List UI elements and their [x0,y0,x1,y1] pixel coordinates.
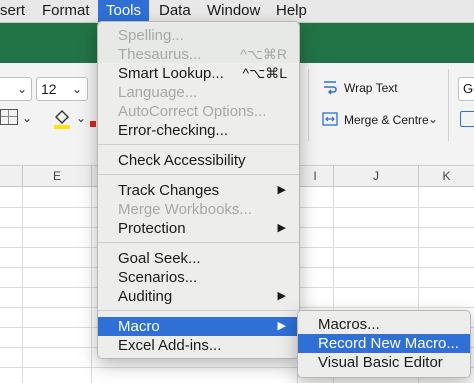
menubar-insert[interactable]: sert [0,0,25,22]
menu-item-thesaurus: Thesaurus... ^⌥⌘R [118,46,287,63]
menu-item-protection[interactable]: Protection ▶ [98,219,299,238]
merge-centre-button[interactable]: Merge & Centre [344,113,429,127]
menu-item-excel-addins[interactable]: Excel Add-ins... [98,336,299,355]
tools-menu: Spelling... Thesaurus... ^⌥⌘R Smart Look… [97,21,300,359]
merge-centre-icon [322,111,338,127]
menu-separator [98,310,299,311]
menubar-tools[interactable]: Tools [98,0,150,22]
menu-item-macro[interactable]: Macro ▶ [98,317,299,336]
chevron-down-icon: ⌄ [16,82,27,96]
menu-item-autocorrect: AutoCorrect Options... [118,103,267,120]
chevron-down-icon[interactable]: ⌄ [22,111,32,125]
menu-item-record-new-macro[interactable]: Record New Macro... [298,334,470,353]
menu-bar: sert Format Tools Data Window Help [0,0,474,23]
menubar-help[interactable]: Help [276,0,307,22]
column-header-k[interactable]: K [419,166,474,186]
fill-color-icon[interactable] [52,107,72,129]
number-format-box[interactable]: Ge [458,77,474,101]
borders-icon[interactable] [0,109,18,125]
column-header-j[interactable]: J [334,166,419,186]
menu-item-goal-seek[interactable]: Goal Seek... [98,249,299,268]
submenu-arrow-icon: ▶ [277,222,286,234]
ribbon-divider [448,69,449,141]
smart-lookup-shortcut: ^⌥⌘L [242,65,288,81]
menu-item-check-accessibility[interactable]: Check Accessibility [98,151,299,170]
menu-separator [98,242,299,243]
menu-item-macros[interactable]: Macros... [298,315,470,334]
menubar-window[interactable]: Window [207,0,260,22]
thesaurus-shortcut: ^⌥⌘R [240,46,287,62]
menu-item-merge-workbooks: Merge Workbooks... [118,201,252,218]
column-line [22,187,23,383]
menu-item-track-changes[interactable]: Track Changes ▶ [98,181,299,200]
chevron-down-icon[interactable]: ⌄ [428,112,438,126]
menu-item-error-checking[interactable]: Error-checking... [98,121,299,140]
menu-separator [98,174,299,175]
font-size-box[interactable]: 12 ⌄ [36,77,88,101]
menu-item-auditing[interactable]: Auditing ▶ [98,287,299,306]
font-size-value: 12 [41,81,57,97]
menu-item-spelling: Spelling... [118,27,184,44]
font-color-icon[interactable] [90,121,96,127]
chevron-down-icon: ⌄ [71,82,82,96]
menu-item-scenarios[interactable]: Scenarios... [98,268,299,287]
font-name-box[interactable]: ⌄ [0,77,32,101]
currency-format-icon[interactable] [460,111,474,127]
menu-item-visual-basic-editor[interactable]: Visual Basic Editor [298,353,470,372]
select-all-corner[interactable] [0,166,23,186]
column-line [91,187,92,383]
submenu-arrow-icon: ▶ [277,184,286,196]
column-header-e[interactable]: E [23,166,92,186]
menubar-data[interactable]: Data [159,0,191,22]
chevron-down-icon[interactable]: ⌄ [76,111,86,125]
menubar-format[interactable]: Format [42,0,90,22]
number-format-value: Ge [463,81,474,96]
column-header-i[interactable]: I [297,166,334,186]
ribbon-divider [308,69,309,141]
menu-item-language: Language... [118,84,198,101]
submenu-arrow-icon: ▶ [277,290,286,302]
macro-submenu: Macros... Record New Macro... Visual Bas… [297,310,471,378]
wrap-text-button[interactable]: Wrap Text [344,81,398,95]
menu-item-smart-lookup[interactable]: Smart Lookup... ^⌥⌘L [98,64,299,83]
submenu-arrow-icon: ▶ [277,320,286,332]
menu-separator [98,144,299,145]
wrap-text-icon [322,79,338,95]
